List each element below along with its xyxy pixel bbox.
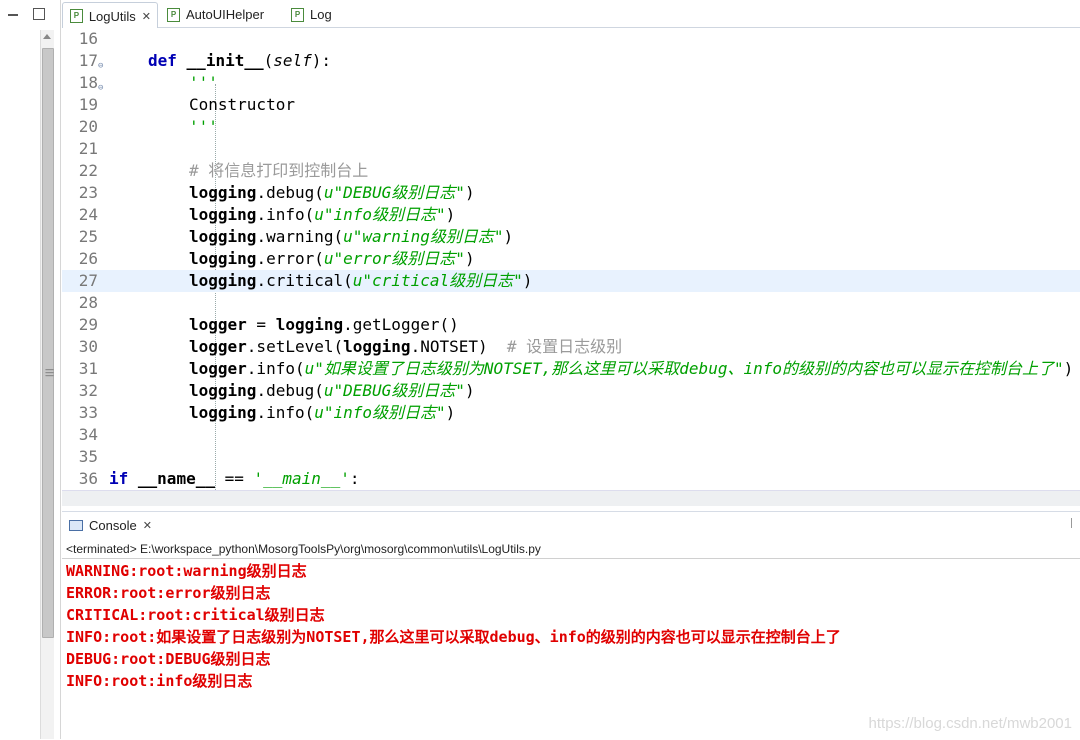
console-icon [69,520,83,531]
divider [62,558,1080,559]
code-text: ''' [189,73,218,92]
vertical-scrollbar[interactable]: — — — [40,30,54,739]
code-text: if __name__ == '__main__': [109,469,360,488]
line-number: 27 [78,271,98,290]
console-output-line: INFO:root:info级别日志 [66,672,253,690]
code-line[interactable]: 24 logging.info(u"info级别日志") [62,204,1080,226]
console-output-line: INFO:root:如果设置了日志级别为NOTSET,那么这里可以采取debug… [66,628,841,646]
console-output-line: CRITICAL:root:critical级别日志 [66,606,325,624]
code-line[interactable]: 19 Constructor [62,94,1080,116]
code-line[interactable]: 30 logger.setLevel(logging.NOTSET) # 设置日志… [62,336,1080,358]
horizontal-scrollbar[interactable] [62,490,1080,506]
scrollbar-thumb[interactable]: — — — [42,48,54,638]
code-text: Constructor [189,95,295,114]
line-number: 17 [78,51,98,70]
code-area[interactable]: 16 17 ⊖ def __init__(self): 18 ⊖ ''' 19 Construc… [62,28,1080,490]
tab-logutils[interactable]: P LogUtils ✕ [62,2,158,29]
close-icon[interactable]: ✕ [143,519,152,532]
code-line[interactable]: 35 [62,446,1080,468]
python-file-icon: P [70,9,83,23]
line-number: 36 [78,469,98,488]
code-text: logging.critical(u"critical级别日志") [189,271,533,290]
python-file-icon: P [167,7,180,22]
console-tab-label: Console [89,518,137,533]
code-text: logging.debug(u"DEBUG级别日志") [189,183,475,202]
line-number: 20 [78,117,98,136]
tab-log[interactable]: P Log [284,2,332,27]
code-line[interactable]: 27 logging.critical(u"critical级别日志") [62,270,1080,292]
code-text: logging.error(u"error级别日志") [189,249,475,268]
code-text: logger.setLevel(logging.NOTSET) # 设置日志级别 [189,337,623,356]
tab-label: Log [310,7,332,22]
maximize-icon[interactable] [33,8,45,20]
line-number: 35 [78,447,98,466]
tab-label: AutoUIHelper [186,7,265,22]
console-output-line: ERROR:root:error级别日志 [66,584,271,602]
code-line[interactable]: 32 logging.debug(u"DEBUG级别日志") [62,380,1080,402]
line-number: 16 [78,29,98,48]
code-line[interactable]: 28 [62,292,1080,314]
tab-autouihelper[interactable]: P AutoUIHelper [160,2,264,27]
code-text: ''' [189,117,218,136]
line-number: 18 [78,73,98,92]
code-line[interactable]: 18 ⊖ ''' [62,72,1080,94]
line-number: 21 [78,139,98,158]
code-line[interactable]: 29 logger = logging.getLogger() [62,314,1080,336]
code-line[interactable]: 22 # 将信息打印到控制台上 [62,160,1080,182]
code-text: def __init__(self): [148,51,332,70]
minimize-icon[interactable] [8,10,18,16]
line-number: 24 [78,205,98,224]
code-line[interactable]: 33 logging.info(u"info级别日志") [62,402,1080,424]
line-number: 30 [78,337,98,356]
code-line[interactable]: 31 logger.info(u"如果设置了日志级别为NOTSET,那么这里可以采… [62,358,1080,380]
console-panel: Console ✕ <terminated> E:\workspace_pyth… [62,511,1080,740]
line-number: 22 [78,161,98,180]
line-number: 23 [78,183,98,202]
code-line[interactable]: 16 [62,28,1080,50]
code-line[interactable]: 21 [62,138,1080,160]
code-line[interactable]: 25 logging.warning(u"warning级别日志") [62,226,1080,248]
code-line[interactable]: 26 logging.error(u"error级别日志") [62,248,1080,270]
left-side-panel: — — — [0,0,61,739]
code-line[interactable]: 17 ⊖ def __init__(self): [62,50,1080,72]
code-text: logging.debug(u"DEBUG级别日志") [189,381,475,400]
code-text: # 将信息打印到控制台上 [189,161,369,180]
line-number: 29 [78,315,98,334]
line-number: 19 [78,95,98,114]
watermark: https://blog.csdn.net/mwb2001 [868,715,1072,732]
console-toolbar-icon[interactable] [1071,518,1080,528]
scroll-up-arrow-icon[interactable] [43,34,51,39]
code-text: logger.info(u"如果设置了日志级别为NOTSET,那么这里可以采取d… [189,359,1074,378]
tab-label: LogUtils [88,8,136,24]
line-number: 31 [78,359,98,378]
code-line[interactable]: 36 if __name__ == '__main__': [62,468,1080,490]
code-line[interactable]: 23 logging.debug(u"DEBUG级别日志") [62,182,1080,204]
line-number: 28 [78,293,98,312]
close-icon[interactable]: ✕ [142,10,151,23]
console-output-line: WARNING:root:warning级别日志 [66,562,307,580]
terminated-status: <terminated> E:\workspace_python\MosorgT… [66,542,541,556]
tab-console[interactable]: Console ✕ [62,512,158,539]
console-output-line: DEBUG:root:DEBUG级别日志 [66,650,271,668]
python-file-icon: P [291,7,304,22]
line-number: 25 [78,227,98,246]
line-number: 33 [78,403,98,422]
line-number: 32 [78,381,98,400]
code-text: logger = logging.getLogger() [189,315,459,334]
line-number: 34 [78,425,98,444]
grip-icon: — — — [45,365,54,381]
code-text: logging.info(u"info级别日志") [189,403,456,422]
code-text: logging.warning(u"warning级别日志") [189,227,514,246]
editor-tab-bar: P LogUtils ✕ P AutoUIHelper P Log [62,0,1080,29]
code-line[interactable]: 20 ''' [62,116,1080,138]
code-line[interactable]: 34 [62,424,1080,446]
line-number: 26 [78,249,98,268]
code-text: logging.info(u"info级别日志") [189,205,456,224]
code-editor: P LogUtils ✕ P AutoUIHelper P Log 16 17 ⊖ d… [62,0,1080,506]
